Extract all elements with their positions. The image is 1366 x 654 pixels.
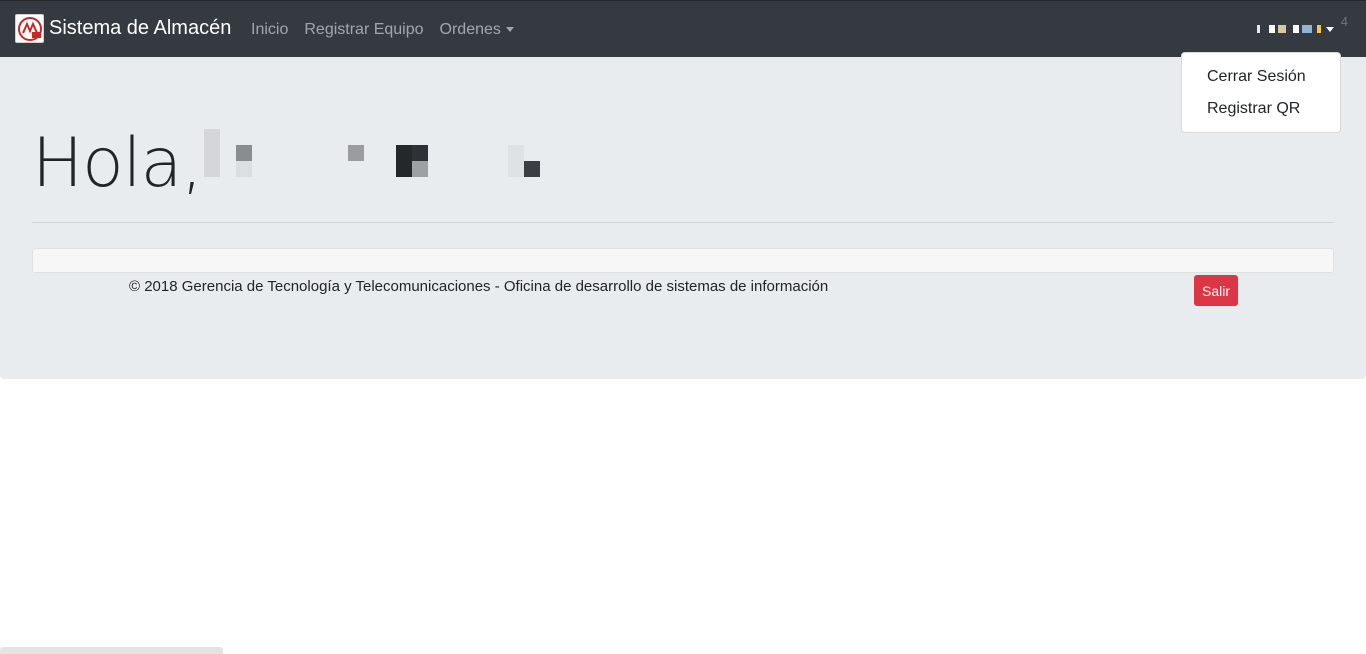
user-menu-toggle[interactable] [1257,19,1334,39]
nav-ordenes-dropdown[interactable]: Ordenes [432,21,522,39]
brand-title: Sistema de Almacén [49,17,232,39]
nav-links: Inicio Registrar Equipo Ordenes [243,1,522,58]
menu-item-cerrar-sesion[interactable]: Cerrar Sesión [1182,61,1340,93]
nav-ordenes-label: Ordenes [439,20,501,38]
brand[interactable]: Sistema de Almacén [15,14,231,43]
menu-item-registrar-qr[interactable]: Registrar QR [1182,93,1340,125]
chevron-down-icon [505,27,514,32]
user-dropdown-menu: Cerrar Sesión Registrar QR [1181,52,1341,133]
chevron-down-icon [1326,26,1334,32]
redacted-username [204,129,544,181]
jumbotron: Hola, © 2018 Gerencia de Tecnología y Te… [0,57,1366,379]
status-bar [0,647,223,654]
user-count: 4 [1340,14,1348,29]
institution-logo-icon [15,14,44,43]
user-avatar-redacted [1257,24,1321,34]
nav-inicio[interactable]: Inicio [243,21,296,39]
logout-button[interactable]: Salir [1194,275,1238,306]
footer-bar [32,248,1334,273]
divider [32,222,1334,223]
copyright-text: © 2018 Gerencia de Tecnología y Telecomu… [129,278,829,295]
navbar: Sistema de Almacén Inicio Registrar Equi… [0,0,1366,57]
greeting-heading: Hola, [32,124,203,203]
nav-registrar-equipo[interactable]: Registrar Equipo [296,21,431,39]
